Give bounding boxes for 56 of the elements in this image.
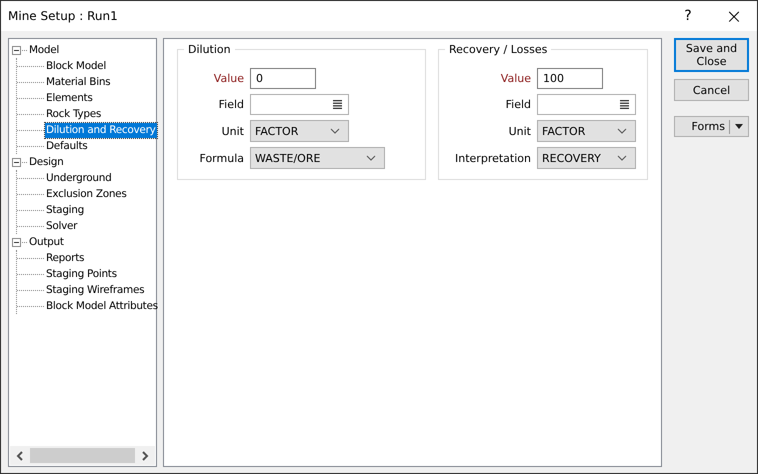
caret-down-icon xyxy=(735,124,743,129)
collapse-icon[interactable] xyxy=(12,46,21,54)
tree-item[interactable]: Output xyxy=(28,234,65,250)
input-field[interactable] xyxy=(537,94,636,115)
scroll-right-icon xyxy=(141,450,149,460)
dropdown[interactable]: FACTOR xyxy=(537,120,636,142)
field-label: Field xyxy=(218,98,244,111)
tree-item[interactable]: Model xyxy=(28,42,60,58)
input-field[interactable] xyxy=(250,94,349,115)
split-button[interactable]: Forms xyxy=(674,116,749,137)
tree-item[interactable]: Elements xyxy=(45,90,94,106)
scrollbar[interactable] xyxy=(10,446,155,465)
field-label: Field xyxy=(504,98,531,111)
chevron-down-icon xyxy=(330,128,340,134)
cancel-button[interactable]: Cancel xyxy=(674,79,749,101)
tree-item[interactable]: Reports xyxy=(45,250,86,266)
tree-item[interactable]: Solver xyxy=(45,218,78,234)
collapse-icon[interactable] xyxy=(12,238,21,246)
group-title: Dilution xyxy=(184,43,235,56)
split-button-label[interactable]: Forms xyxy=(675,120,729,133)
input-field[interactable]: 100 xyxy=(537,68,603,89)
close-button[interactable]: × xyxy=(711,1,757,31)
tree-item[interactable]: Staging Points xyxy=(45,266,118,282)
list-icon xyxy=(620,100,629,109)
scroll-left-icon xyxy=(16,450,24,460)
tree-item[interactable]: Exclusion Zones xyxy=(45,186,128,202)
dropdown[interactable]: FACTOR xyxy=(250,120,349,142)
tree-item[interactable]: Design xyxy=(28,154,64,170)
chevron-down-icon xyxy=(366,155,376,161)
tree-item[interactable]: Defaults xyxy=(45,138,88,154)
collapse-icon[interactable] xyxy=(12,158,21,166)
chevron-down-icon xyxy=(617,128,627,134)
field-label: Value xyxy=(212,72,244,85)
scroll-thumb[interactable] xyxy=(30,448,135,463)
tree-item[interactable]: Staging xyxy=(45,202,86,218)
window-title: Mine Setup : Run1 xyxy=(8,9,118,23)
dropdown[interactable]: RECOVERY xyxy=(537,147,636,169)
list-icon xyxy=(333,100,342,109)
help-button[interactable]: ? xyxy=(665,1,711,31)
chevron-down-icon xyxy=(617,155,627,161)
field-label: Unit xyxy=(508,124,531,138)
tree-item[interactable]: Block Model xyxy=(45,58,107,74)
tree-item[interactable]: Staging Wireframes xyxy=(45,282,146,298)
tree-item[interactable]: Underground xyxy=(45,170,112,186)
input-field[interactable]: 0 xyxy=(250,68,316,89)
field-label: Value xyxy=(500,72,531,85)
dropdown[interactable]: WASTE/ORE xyxy=(250,147,385,169)
field-label: Formula xyxy=(198,152,244,164)
field-label: Unit xyxy=(220,124,244,138)
tree-item[interactable]: Rock Types xyxy=(45,106,102,122)
save-button[interactable]: Save and Close xyxy=(674,38,749,72)
tree-item[interactable]: Dilution and Recovery xyxy=(45,122,157,138)
field-label: Interpretation xyxy=(454,152,531,164)
tree-item[interactable]: Material Bins xyxy=(45,74,112,90)
tree-item[interactable]: Block Model Attributes xyxy=(45,298,159,314)
group-title: Recovery / Losses xyxy=(445,43,552,56)
